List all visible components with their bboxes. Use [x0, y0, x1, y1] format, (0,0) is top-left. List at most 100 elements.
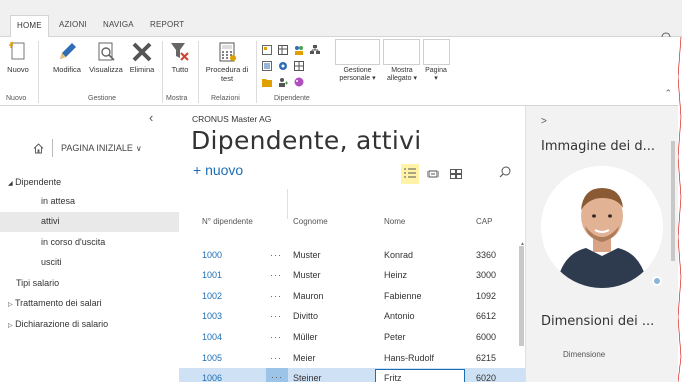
folder-icon[interactable]: [262, 74, 272, 87]
employee-card-icon[interactable]: [262, 42, 272, 55]
row-actions-menu[interactable]: ···: [270, 250, 282, 260]
presence-status-dot: [652, 276, 662, 286]
cognome-cell: Müller: [293, 332, 318, 342]
tab-naviga[interactable]: NAVIGA: [103, 20, 134, 29]
nav-item-dichiarazione-salario[interactable]: ▷ Dichiarazione di salario: [8, 319, 108, 329]
nav-item-attivi[interactable]: attivi: [41, 216, 60, 226]
employee-no-cell[interactable]: 1006: [202, 373, 222, 382]
gestione-personale-gallery[interactable]: [335, 39, 380, 65]
cap-cell: 3000: [476, 270, 497, 280]
person-add-icon[interactable]: [278, 74, 288, 87]
home-menu[interactable]: PAGINA INIZIALE ∨: [33, 139, 142, 157]
column-header-nome[interactable]: Nome: [384, 216, 405, 227]
tab-report[interactable]: REPORT: [150, 20, 184, 29]
row-actions-menu[interactable]: ···: [270, 270, 282, 280]
table-row[interactable]: 1000 ··· Muster Konrad 3360: [179, 245, 525, 265]
employee-no-cell[interactable]: 1001: [202, 270, 222, 280]
nav-item-usciti[interactable]: usciti: [41, 257, 62, 267]
column-header-cap[interactable]: CAP: [476, 216, 492, 227]
pagina-dropdown[interactable]: Pagina ▾: [421, 67, 451, 83]
tile-view-icon[interactable]: [450, 166, 462, 184]
row-actions-menu[interactable]: ···: [270, 332, 282, 342]
expanded-triangle-icon: ◢: [8, 181, 13, 187]
table-row[interactable]: 1004 ··· Müller Peter 6000: [179, 327, 525, 347]
ribbon-tabs: HOME AZIONI NAVIGA REPORT: [0, 15, 682, 46]
list-icon[interactable]: [262, 58, 272, 71]
mostra-allegato-label: Mostra allegato: [387, 67, 413, 82]
group-mostra-label: Mostra: [166, 95, 188, 102]
collapse-nav-icon[interactable]: ‹: [149, 110, 153, 125]
separator: [162, 41, 163, 103]
grid-icon[interactable]: [294, 58, 304, 71]
cognome-cell: Mauron: [293, 291, 324, 301]
list-view-icon[interactable]: [401, 164, 419, 184]
mostra-allegato-dropdown[interactable]: Mostra allegato ▾: [381, 67, 423, 83]
group-nuovo-label: Nuovo: [6, 95, 27, 102]
table-row-selected[interactable]: 1006 ··· Steiner Fritz 6020: [179, 368, 525, 382]
nav-item-in-attesa[interactable]: in attesa: [41, 196, 75, 206]
column-divider: [287, 189, 288, 219]
column-header-cognome[interactable]: Cognome: [293, 216, 328, 227]
tutto-label: Tutto: [171, 65, 189, 74]
factbox-scrollbar[interactable]: [671, 141, 675, 261]
employee-photo: [541, 166, 663, 288]
table-icon[interactable]: [278, 42, 288, 55]
row-actions-menu[interactable]: ···: [270, 353, 282, 363]
employee-no-cell[interactable]: 1004: [202, 332, 222, 342]
pagina-gallery[interactable]: [423, 39, 450, 65]
clear-filter-icon: [171, 43, 189, 61]
search-icon[interactable]: [499, 165, 511, 183]
tutto-button[interactable]: Tutto: [166, 41, 194, 74]
collapsed-triangle-icon: ▷: [8, 323, 13, 329]
cognome-cell: Muster: [293, 250, 321, 260]
cognome-cell: Divitto: [293, 311, 319, 321]
visualizza-button[interactable]: Visualizza: [86, 41, 126, 74]
row-actions-menu[interactable]: ···: [270, 311, 282, 321]
cap-cell: 6215: [476, 353, 497, 363]
tab-home[interactable]: HOME: [10, 15, 49, 38]
nome-cell: Fabienne: [384, 291, 422, 301]
mostra-allegato-gallery[interactable]: [383, 39, 420, 65]
palette-icon[interactable]: [294, 74, 304, 87]
people-icon[interactable]: [294, 42, 304, 55]
tab-azioni[interactable]: AZIONI: [59, 20, 87, 29]
employee-no-cell[interactable]: 1000: [202, 250, 222, 260]
table-row[interactable]: 1001 ··· Muster Heinz 3000: [179, 265, 525, 285]
home-divider: [52, 139, 53, 157]
employee-no-cell[interactable]: 1003: [202, 311, 222, 321]
nav-item-in-corso-uscita[interactable]: in corso d'uscita: [41, 237, 105, 247]
new-record-button[interactable]: + nuovo: [193, 162, 243, 178]
modifica-button[interactable]: Modifica: [49, 41, 85, 74]
dimensions-title[interactable]: Dimensioni dei ...: [541, 314, 654, 329]
row-actions-menu[interactable]: ···: [270, 291, 282, 301]
nome-cell: Konrad: [384, 250, 414, 260]
detail-view-icon[interactable]: [426, 166, 440, 184]
list-scrollbar[interactable]: [519, 246, 524, 346]
nav-item-label: Dipendente: [15, 177, 62, 187]
pencil-icon: [60, 43, 76, 59]
procedura-test-button[interactable]: Procedura di test: [203, 41, 251, 83]
employee-no-cell[interactable]: 1002: [202, 291, 222, 301]
gear-group-icon[interactable]: [278, 58, 288, 70]
row-actions-menu[interactable]: ···: [266, 368, 288, 382]
table-row[interactable]: 1005 ··· Meier Hans-Rudolf 6215: [179, 348, 525, 368]
org-chart-icon[interactable]: [310, 42, 320, 54]
elimina-button[interactable]: Elimina: [126, 41, 158, 74]
gestione-personale-dropdown[interactable]: Gestione personale ▾: [335, 67, 380, 83]
view-document-icon: [98, 42, 115, 61]
nuovo-button[interactable]: Nuovo: [3, 41, 33, 74]
column-header-no[interactable]: N° dipendente: [202, 216, 257, 227]
employee-no-cell[interactable]: 1005: [202, 353, 222, 363]
table-row[interactable]: 1002 ··· Mauron Fabienne 1092: [179, 286, 525, 306]
expand-factbox-icon[interactable]: >: [541, 116, 547, 127]
nome-cell: Heinz: [384, 270, 408, 280]
nome-cell[interactable]: Fritz: [384, 373, 402, 382]
nav-item-trattamento-salari[interactable]: ▷ Trattamento dei salari: [8, 298, 102, 308]
table-row[interactable]: 1003 ··· Divitto Antonio 6612: [179, 306, 525, 326]
nav-item-dipendente[interactable]: ◢ Dipendente: [8, 177, 61, 187]
employee-picture-title[interactable]: Immagine dei d...: [541, 139, 655, 154]
nav-item-tipi-salario[interactable]: Tipi salario: [16, 278, 59, 288]
separator: [38, 41, 39, 103]
modifica-label: Modifica: [53, 65, 81, 74]
collapse-ribbon-icon[interactable]: ⌃: [664, 88, 672, 99]
